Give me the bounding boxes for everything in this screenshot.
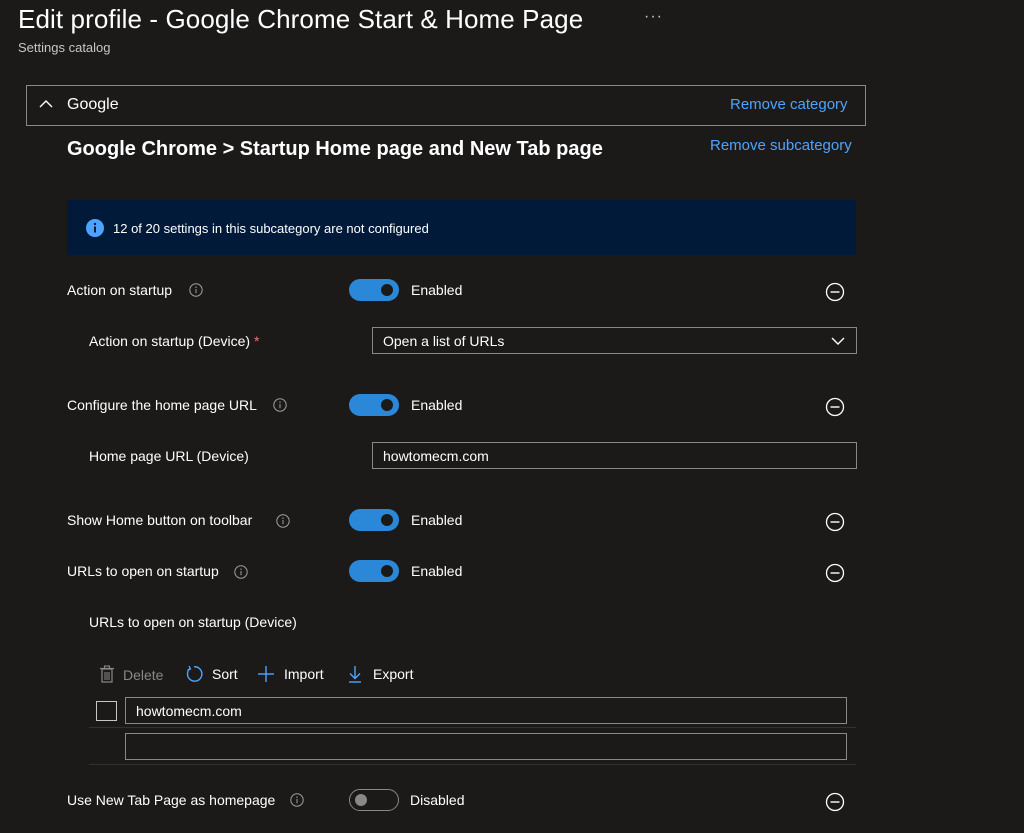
remove-setting-icon[interactable] bbox=[825, 792, 845, 812]
urls-on-startup-toggle[interactable] bbox=[349, 560, 399, 582]
new-tab-homepage-state: Disabled bbox=[410, 792, 465, 808]
import-button[interactable]: Import bbox=[257, 665, 324, 683]
info-circle-icon[interactable] bbox=[276, 514, 290, 528]
info-circle-icon[interactable] bbox=[189, 283, 203, 297]
ellipsis-icon[interactable]: ··· bbox=[644, 8, 663, 26]
action-on-startup-label: Action on startup bbox=[67, 282, 173, 298]
page-title: Edit profile - Google Chrome Start & Hom… bbox=[18, 4, 584, 34]
new-tab-homepage-toggle[interactable] bbox=[349, 789, 399, 811]
action-on-startup-device-label: Action on startup (Device) * bbox=[89, 333, 260, 349]
home-page-url-label: Configure the home page URL bbox=[67, 397, 257, 413]
row-checkbox[interactable] bbox=[96, 701, 117, 721]
category-label: Google bbox=[67, 96, 119, 113]
info-circle-icon[interactable] bbox=[234, 565, 248, 579]
refresh-icon bbox=[186, 665, 203, 682]
action-on-startup-toggle[interactable] bbox=[349, 279, 399, 301]
urls-on-startup-state: Enabled bbox=[411, 563, 463, 579]
url-new-entry-input[interactable] bbox=[125, 733, 847, 760]
chevron-up-icon[interactable] bbox=[38, 96, 54, 112]
home-page-url-input[interactable]: howtomecm.com bbox=[372, 442, 857, 469]
delete-button[interactable]: Delete bbox=[99, 665, 163, 683]
urls-on-startup-label: URLs to open on startup bbox=[67, 563, 219, 579]
plus-icon bbox=[258, 666, 274, 682]
remove-setting-icon[interactable] bbox=[825, 282, 845, 302]
import-label: Import bbox=[284, 666, 324, 682]
required-asterisk: * bbox=[253, 333, 260, 349]
action-on-startup-state: Enabled bbox=[411, 282, 463, 298]
export-button[interactable]: Export bbox=[347, 665, 413, 683]
home-page-url-device-label: Home page URL (Device) bbox=[89, 448, 249, 464]
home-page-url-toggle[interactable] bbox=[349, 394, 399, 416]
divider bbox=[89, 764, 856, 765]
remove-subcategory-link[interactable]: Remove subcategory bbox=[710, 137, 852, 154]
page-subtitle: Settings catalog bbox=[18, 40, 111, 55]
remove-setting-icon[interactable] bbox=[825, 512, 845, 532]
home-page-url-state: Enabled bbox=[411, 397, 463, 413]
trash-icon bbox=[100, 665, 114, 683]
download-icon bbox=[349, 666, 361, 683]
show-home-button-label: Show Home button on toolbar bbox=[67, 512, 253, 528]
sort-label: Sort bbox=[212, 666, 238, 682]
delete-label: Delete bbox=[123, 667, 164, 683]
chevron-down-icon[interactable] bbox=[830, 333, 846, 349]
new-tab-homepage-label: Use New Tab Page as homepage bbox=[67, 792, 276, 808]
info-circle-icon[interactable] bbox=[273, 398, 287, 412]
remove-setting-icon[interactable] bbox=[825, 397, 845, 417]
info-icon bbox=[86, 219, 104, 237]
url-entry-input[interactable]: howtomecm.com bbox=[125, 697, 847, 724]
remove-setting-icon[interactable] bbox=[825, 563, 845, 583]
remove-category-link[interactable]: Remove category bbox=[730, 96, 848, 113]
divider bbox=[89, 727, 856, 728]
info-banner-text: 12 of 20 settings in this subcategory ar… bbox=[113, 221, 429, 236]
show-home-button-state: Enabled bbox=[411, 512, 463, 528]
urls-on-startup-device-label: URLs to open on startup (Device) bbox=[89, 614, 297, 630]
subcategory-title: Google Chrome > Startup Home page and Ne… bbox=[67, 138, 603, 160]
sort-button[interactable]: Sort bbox=[185, 665, 238, 683]
info-circle-icon[interactable] bbox=[290, 793, 304, 807]
action-on-startup-dropdown[interactable]: Open a list of URLs bbox=[372, 327, 857, 354]
export-label: Export bbox=[373, 666, 414, 682]
show-home-button-toggle[interactable] bbox=[349, 509, 399, 531]
